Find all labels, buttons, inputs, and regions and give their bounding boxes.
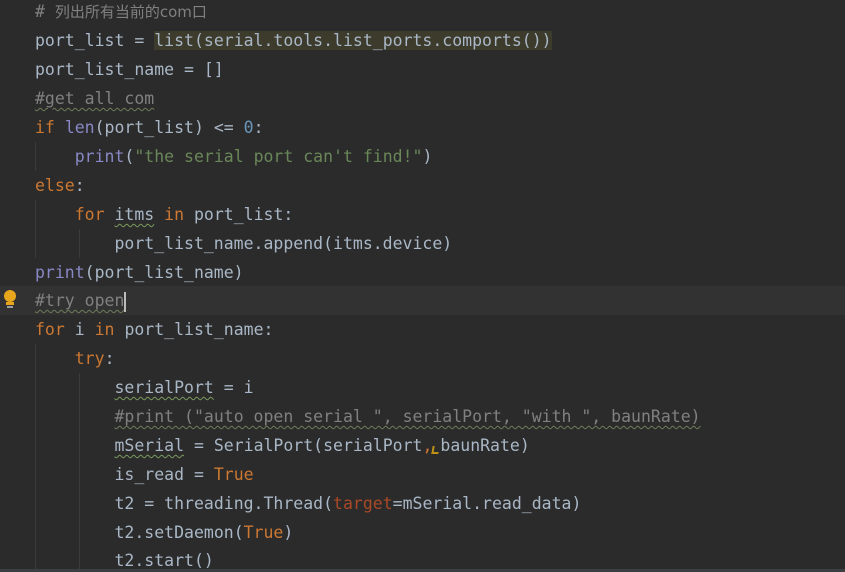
comment-try-open: #try open — [35, 291, 125, 310]
code-line-13[interactable]: serialPort = i — [0, 373, 845, 402]
code-line-5[interactable]: print("the serial port can't find!") — [0, 142, 845, 171]
code-line-15[interactable]: mSerial = SerialPort(serialPort, baunRate… — [0, 431, 845, 460]
code-line-2[interactable]: port_list_name = [] — [0, 55, 845, 84]
lightbulb-icon[interactable] — [2, 290, 18, 312]
code-line-18[interactable]: t2.setDaemon(True) — [0, 518, 845, 547]
code-line-6[interactable]: else: — [0, 171, 845, 200]
code-line-17[interactable]: t2 = threading.Thread(target=mSerial.rea… — [0, 489, 845, 518]
text-caret — [124, 291, 127, 312]
code-line-3[interactable]: #get all com — [0, 84, 845, 113]
code-line-1[interactable]: port_list = list(serial.tools.list_ports… — [0, 26, 845, 55]
code-line-12[interactable]: try: — [0, 344, 845, 373]
code-line-4[interactable]: if len(port_list) <= 0: — [0, 113, 845, 142]
code-line-7[interactable]: for itms in port_list: — [0, 200, 845, 229]
code-line-16[interactable]: is_read = True — [0, 460, 845, 489]
code-line-10-current[interactable]: #try open — [0, 286, 845, 315]
code-line-0[interactable]: # 列出所有当前的com口 — [0, 0, 845, 26]
warning-underline-icon — [431, 446, 441, 454]
code-line-11[interactable]: for i in port_list_name: — [0, 315, 845, 344]
comment-header: # 列出所有当前的com口 — [35, 2, 207, 21]
comment-get-all-com: #get all com — [35, 89, 155, 108]
highlighted-call: list(serial.tools.list_ports.comports()) — [154, 31, 552, 50]
code-editor[interactable]: # 列出所有当前的com口 port_list = list(serial.to… — [0, 0, 845, 572]
code-line-14[interactable]: #print ("auto open serial ", serialPort,… — [0, 402, 845, 431]
code-line-8[interactable]: port_list_name.append(itms.device) — [0, 229, 845, 258]
comment-print-auto-open: #print ("auto open serial ", serialPort,… — [114, 407, 701, 426]
code-line-9[interactable]: print(port_list_name) — [0, 258, 845, 287]
